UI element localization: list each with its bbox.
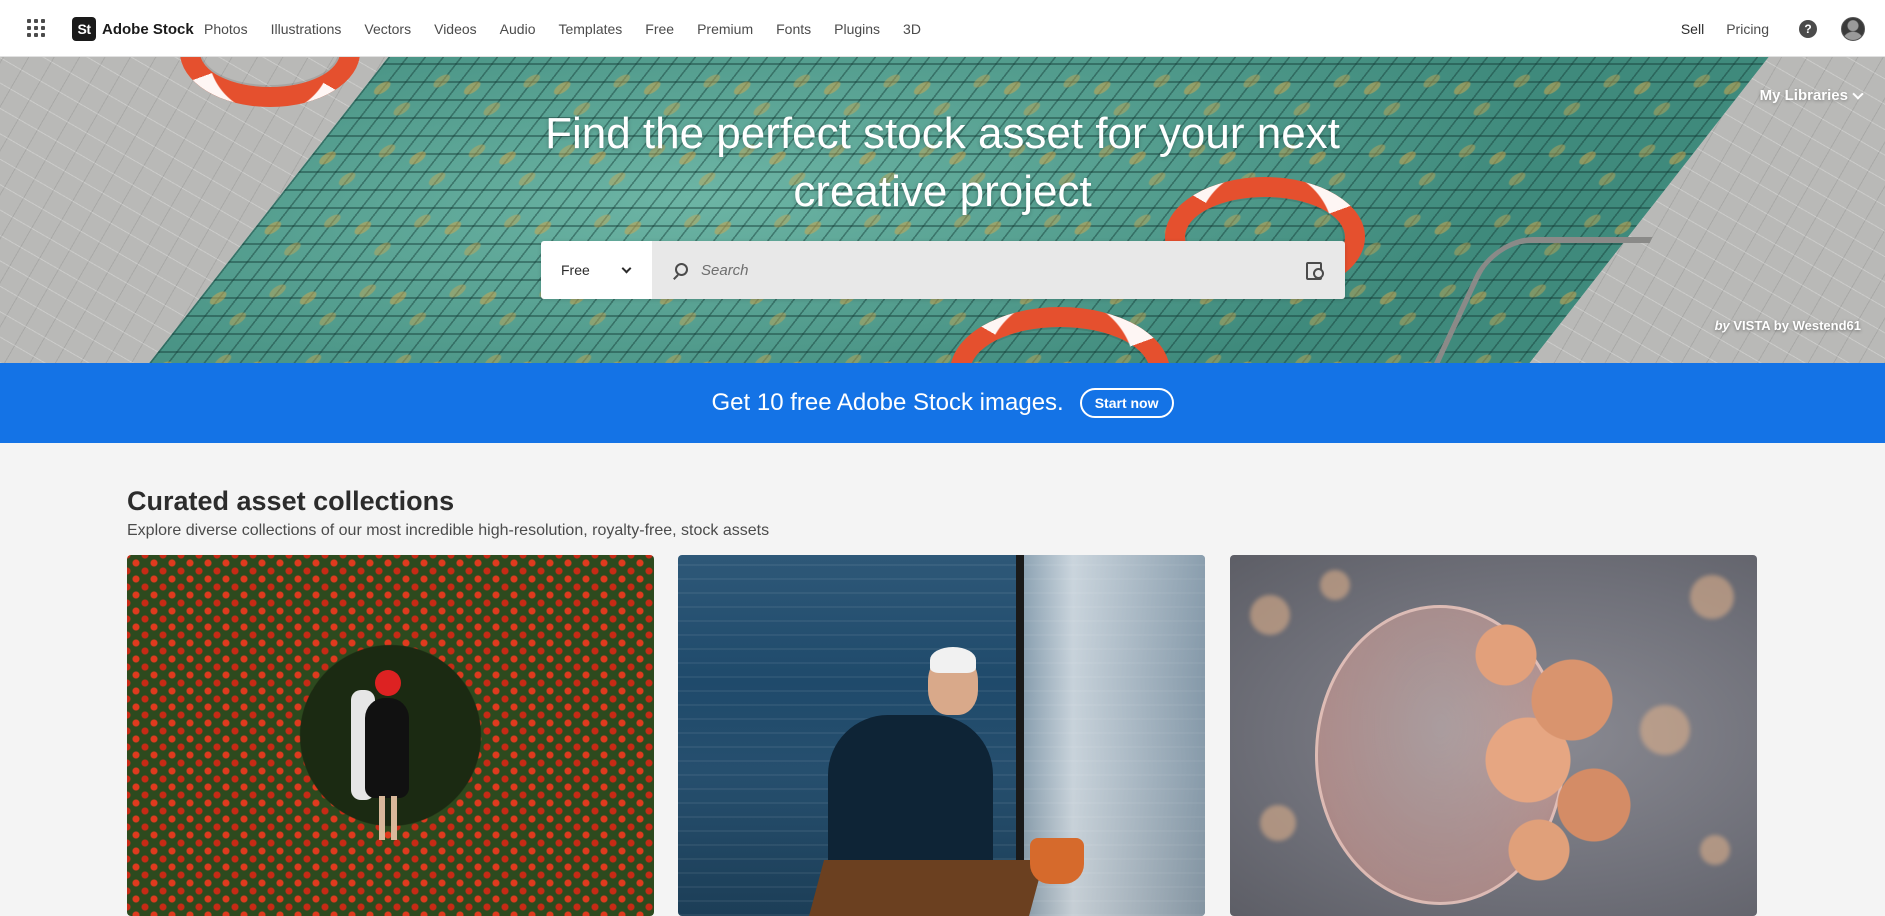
nav-link-audio[interactable]: Audio <box>500 21 536 37</box>
nav-link-free[interactable]: Free <box>645 21 674 37</box>
nav-link-premium[interactable]: Premium <box>697 21 753 37</box>
sell-link[interactable]: Sell <box>1681 21 1704 37</box>
brand-name: Adobe Stock <box>102 20 194 38</box>
nav-link-photos[interactable]: Photos <box>204 21 248 37</box>
nav-links: Photos Illustrations Vectors Videos Audi… <box>204 0 944 57</box>
nav-link-vectors[interactable]: Vectors <box>364 21 411 37</box>
nav-link-fonts[interactable]: Fonts <box>776 21 811 37</box>
jellyfish-bokeh <box>1690 575 1734 619</box>
search-type-dropdown[interactable]: Free <box>541 241 652 299</box>
my-libraries-button[interactable]: My Libraries <box>1759 87 1864 104</box>
nav-link-videos[interactable]: Videos <box>434 21 477 37</box>
hero-title-line-1: Find the perfect stock asset for your ne… <box>545 109 1340 158</box>
collection-card-poppies[interactable] <box>127 555 654 916</box>
pricing-link[interactable]: Pricing <box>1726 21 1769 37</box>
adobe-stock-logo[interactable]: St Adobe Stock <box>72 17 194 41</box>
chevron-down-icon <box>1852 87 1864 100</box>
hero-title: Find the perfect stock asset for your ne… <box>0 105 1885 221</box>
jellyfish-arms-image <box>1440 595 1660 895</box>
start-now-button[interactable]: Start now <box>1079 388 1174 418</box>
collection-card-man-by-sea[interactable] <box>678 555 1205 916</box>
apps-grid-icon[interactable] <box>27 19 45 37</box>
search-icon <box>672 262 688 278</box>
nav-link-3d[interactable]: 3D <box>903 21 921 37</box>
collection-card-jellyfish[interactable] <box>1230 555 1757 916</box>
promo-banner: Get 10 free Adobe Stock images. Start no… <box>0 363 1885 443</box>
brand-mark: St <box>72 17 96 41</box>
jellyfish-bokeh <box>1250 595 1290 635</box>
jellyfish-bokeh <box>1320 570 1350 600</box>
credit-by: by <box>1714 318 1730 333</box>
visual-search-icon[interactable] <box>1305 261 1324 280</box>
promo-text: Get 10 free Adobe Stock images. <box>711 389 1064 416</box>
avatar[interactable] <box>1841 16 1865 41</box>
woman-in-flowers-image <box>351 670 417 840</box>
man-hair-image <box>930 647 976 673</box>
image-credit: by VISTA by Westend61 <box>1715 318 1861 333</box>
nav-link-templates[interactable]: Templates <box>558 21 622 37</box>
nav-right: Sell Pricing ? <box>1681 0 1865 57</box>
my-libraries-label: My Libraries <box>1759 87 1848 104</box>
search-bar: Free <box>541 241 1345 299</box>
top-nav: St Adobe Stock Photos Illustrations Vect… <box>0 0 1885 57</box>
orange-pot-image <box>1030 838 1084 884</box>
wooden-table-image <box>807 860 1045 916</box>
nav-link-illustrations[interactable]: Illustrations <box>271 21 342 37</box>
jellyfish-bokeh <box>1700 835 1730 865</box>
section-title: Curated asset collections <box>127 486 455 516</box>
hero-title-line-2: creative project <box>793 167 1092 216</box>
search-field <box>652 241 1345 299</box>
section-subtitle: Explore diverse collections of our most … <box>127 522 770 539</box>
nav-link-plugins[interactable]: Plugins <box>834 21 880 37</box>
help-icon[interactable]: ? <box>1799 19 1817 38</box>
search-type-value: Free <box>561 262 590 278</box>
search-input[interactable] <box>701 261 1305 279</box>
jellyfish-bokeh <box>1260 805 1296 841</box>
chevron-down-icon <box>621 263 632 273</box>
credit-name[interactable]: VISTA by Westend61 <box>1733 318 1861 333</box>
